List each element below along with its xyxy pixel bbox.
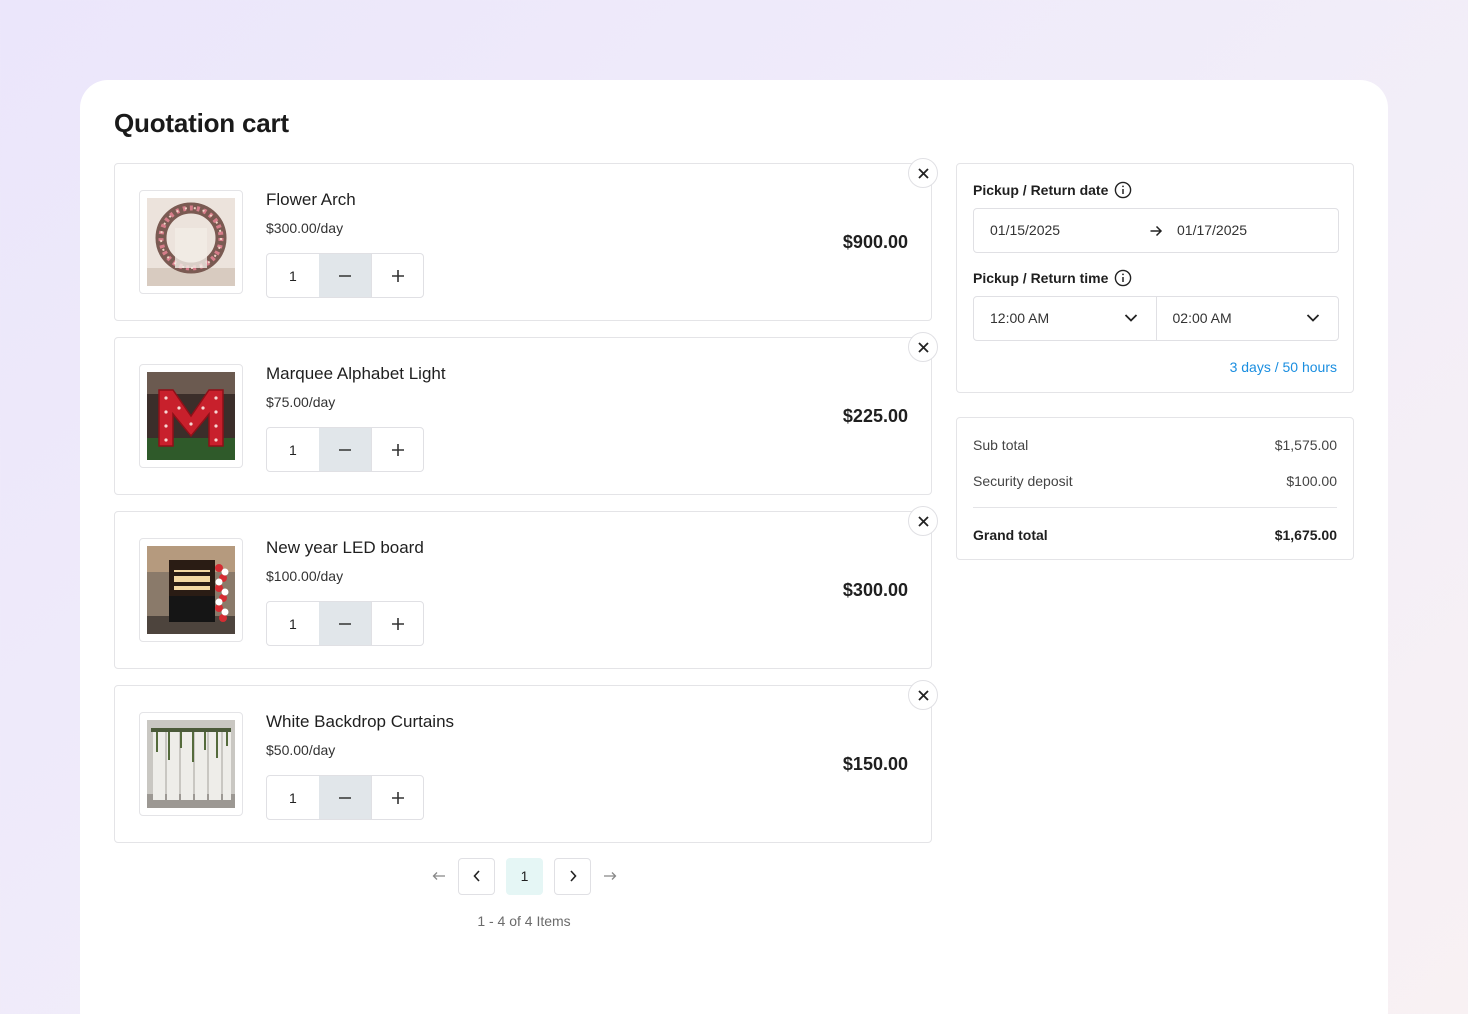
summary-divider: [973, 507, 1337, 508]
quantity-stepper: 1: [266, 775, 424, 820]
grand-total-label: Grand total: [973, 527, 1048, 543]
quantity-value[interactable]: 1: [267, 428, 319, 471]
pagination: 1: [428, 857, 621, 895]
plus-icon: [391, 443, 404, 456]
plus-icon: [391, 791, 404, 804]
quantity-stepper: 1: [266, 601, 424, 646]
cart-item: Flower Arch $300.00/day 1 $900.00: [114, 158, 938, 321]
plus-icon: [391, 269, 404, 282]
product-thumbnail: [139, 538, 243, 642]
remove-item-button[interactable]: [908, 158, 938, 188]
item-name: Marquee Alphabet Light: [266, 364, 446, 383]
item-name: New year LED board: [266, 538, 424, 557]
security-deposit-label: Security deposit: [973, 473, 1073, 489]
pickup-return-time-label: Pickup / Return time: [973, 269, 1132, 287]
item-rate: $300.00/day: [266, 220, 344, 236]
item-total: $900.00: [842, 232, 908, 252]
date-label-text: Pickup / Return date: [973, 182, 1109, 198]
product-thumbnail: [139, 190, 243, 294]
close-icon: [917, 341, 929, 353]
quantity-value[interactable]: 1: [267, 776, 319, 819]
chevron-down-icon: [1306, 314, 1320, 322]
minus-icon: [339, 274, 351, 277]
led-board-photo: [147, 546, 235, 634]
info-icon[interactable]: [1114, 269, 1132, 287]
product-thumbnail: [139, 364, 243, 468]
rental-duration: 3 days / 50 hours: [1229, 359, 1337, 375]
cart-item: White Backdrop Curtains $50.00/day 1 $15…: [114, 680, 938, 843]
page-title: Quotation cart: [114, 108, 289, 138]
item-total: $150.00: [842, 754, 908, 774]
minus-icon: [339, 796, 351, 799]
chevron-right-icon: [569, 870, 577, 882]
item-total: $225.00: [842, 406, 908, 426]
security-deposit-row: Security deposit $100.00: [973, 473, 1337, 489]
date-range-field: 01/15/2025 01/17/2025: [973, 208, 1339, 253]
return-time-select[interactable]: 02:00 AM: [1157, 297, 1339, 340]
quotation-cart-card: Quotation cart Flower Arch $300.00/day 1: [80, 80, 1388, 1014]
arrow-left-icon: [432, 872, 445, 880]
close-icon: [917, 689, 929, 701]
security-deposit-value: $100.00: [1286, 473, 1337, 489]
quantity-stepper: 1: [266, 253, 424, 298]
item-total: $300.00: [842, 580, 908, 600]
pagination-info: 1 - 4 of 4 Items: [477, 913, 571, 929]
item-rate: $50.00/day: [266, 742, 336, 758]
remove-item-button[interactable]: [908, 506, 938, 536]
marquee-letter-photo: [147, 372, 235, 460]
backdrop-curtains-photo: [147, 720, 235, 808]
item-rate: $100.00/day: [266, 568, 344, 584]
product-thumbnail: [139, 712, 243, 816]
cart-item: Marquee Alphabet Light $75.00/day 1 $225…: [114, 332, 938, 495]
quantity-stepper: 1: [266, 427, 424, 472]
grand-total-value: $1,675.00: [1274, 527, 1337, 543]
subtotal-value: $1,575.00: [1274, 437, 1337, 453]
previous-page-button[interactable]: [458, 857, 495, 895]
flower-arch-photo: [147, 198, 235, 286]
return-date-input[interactable]: 01/17/2025: [1177, 222, 1247, 238]
last-page-button[interactable]: [599, 858, 621, 894]
decrease-quantity-button[interactable]: [318, 428, 372, 471]
increase-quantity-button[interactable]: [371, 254, 423, 297]
pickup-date-input[interactable]: 01/15/2025: [990, 222, 1060, 238]
close-icon: [917, 515, 929, 527]
plus-icon: [391, 617, 404, 630]
chevron-down-icon: [1124, 314, 1137, 322]
close-icon: [917, 167, 929, 179]
info-icon[interactable]: [1114, 181, 1132, 199]
quantity-value[interactable]: 1: [267, 254, 319, 297]
summary-panel: Sub total $1,575.00 Security deposit $10…: [956, 417, 1354, 560]
time-label-text: Pickup / Return time: [973, 270, 1109, 286]
first-page-button[interactable]: [428, 858, 450, 894]
time-range-field: 12:00 AM 02:00 AM: [973, 296, 1339, 341]
return-time-value: 02:00 AM: [1172, 310, 1232, 326]
quantity-value[interactable]: 1: [267, 602, 319, 645]
schedule-panel: Pickup / Return date 01/15/2025 01/17/20…: [956, 163, 1354, 393]
pickup-return-date-label: Pickup / Return date: [973, 181, 1132, 199]
next-page-button[interactable]: [554, 857, 591, 895]
subtotal-label: Sub total: [973, 437, 1029, 453]
decrease-quantity-button[interactable]: [318, 254, 372, 297]
grand-total-row: Grand total $1,675.00: [973, 527, 1337, 543]
subtotal-row: Sub total $1,575.00: [973, 437, 1337, 453]
increase-quantity-button[interactable]: [371, 602, 423, 645]
pickup-time-select[interactable]: 12:00 AM: [974, 297, 1157, 340]
decrease-quantity-button[interactable]: [318, 602, 372, 645]
item-name: Flower Arch: [266, 190, 356, 209]
arrow-right-icon: [1150, 225, 1163, 237]
remove-item-button[interactable]: [908, 332, 938, 362]
decrease-quantity-button[interactable]: [318, 776, 372, 819]
minus-icon: [339, 622, 351, 625]
cart-item: New year LED board $100.00/day 1 $300.00: [114, 506, 938, 669]
item-name: White Backdrop Curtains: [266, 712, 455, 731]
increase-quantity-button[interactable]: [371, 428, 423, 471]
arrow-right-icon: [604, 872, 617, 880]
page-number-button[interactable]: 1: [506, 857, 543, 895]
increase-quantity-button[interactable]: [371, 776, 423, 819]
item-rate: $75.00/day: [266, 394, 336, 410]
chevron-left-icon: [472, 870, 480, 882]
minus-icon: [339, 448, 351, 451]
remove-item-button[interactable]: [908, 680, 938, 710]
pickup-time-value: 12:00 AM: [990, 310, 1050, 326]
